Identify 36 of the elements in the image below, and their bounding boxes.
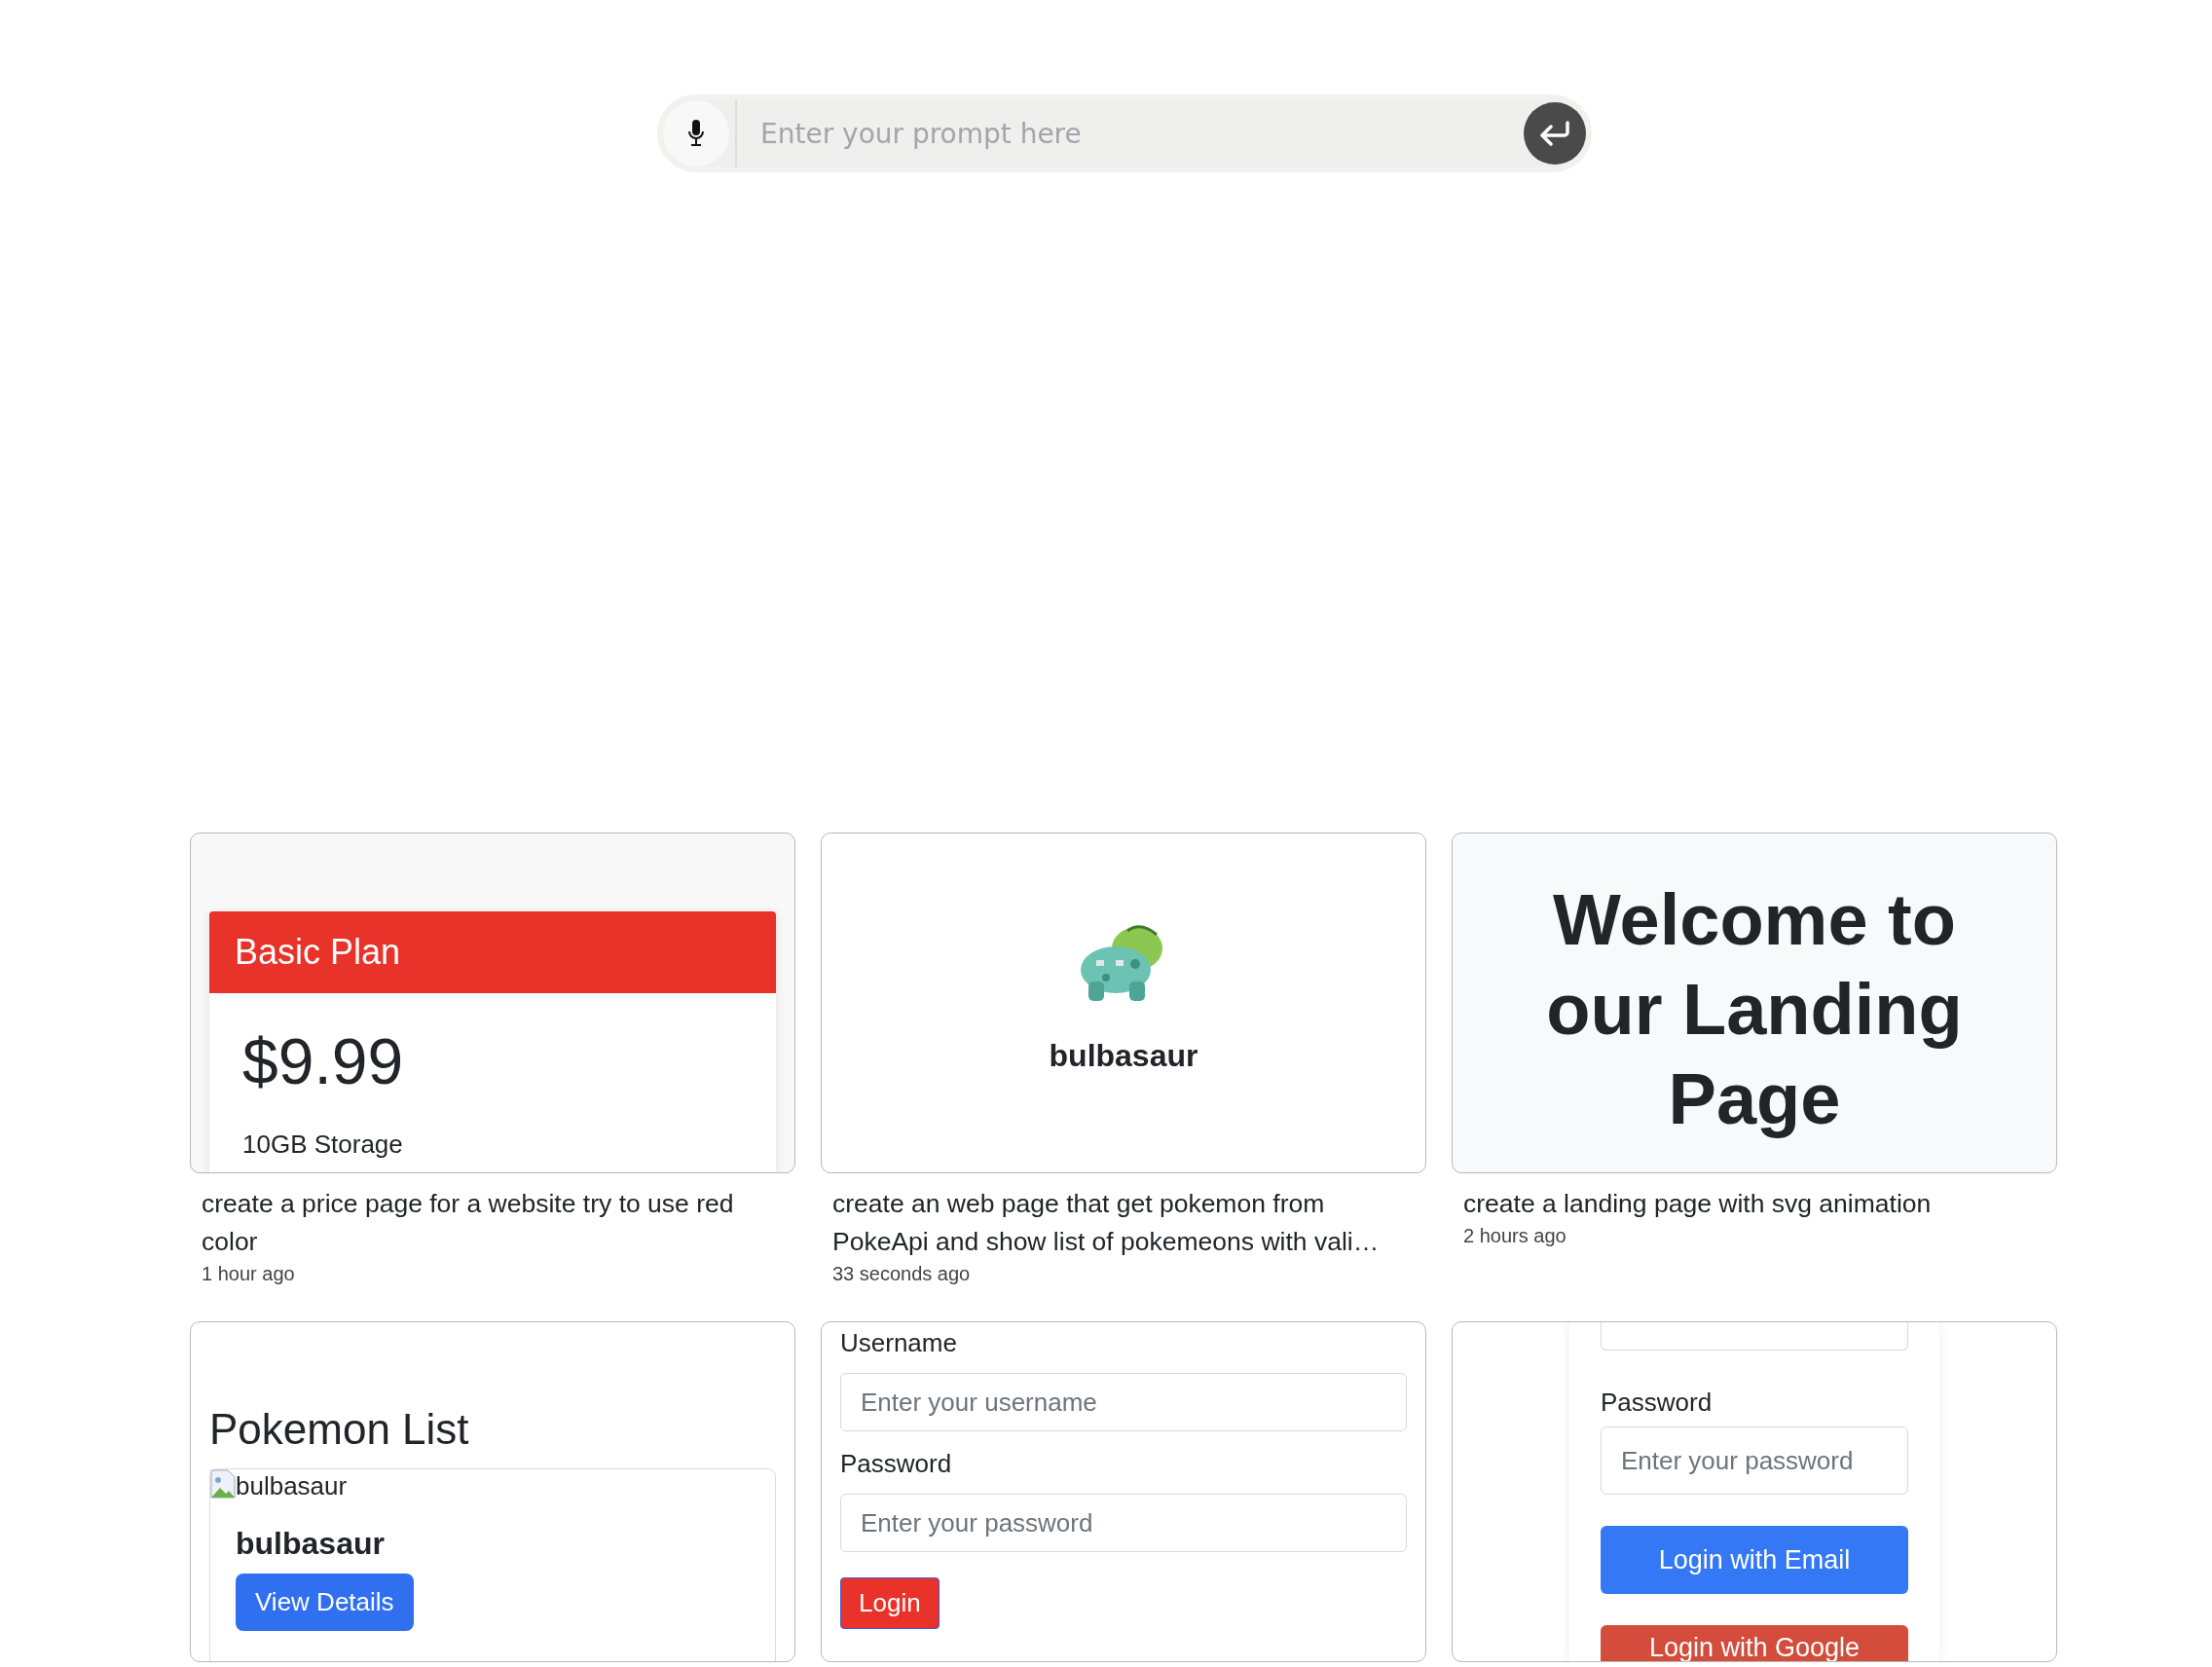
view-details-button[interactable]: View Details bbox=[236, 1574, 414, 1631]
prompt-text: create an web page that get pokemon from PokeApi and show list of pokemeons with vali… bbox=[832, 1188, 1381, 1258]
pokemon-name: bulbasaur bbox=[236, 1526, 386, 1562]
input-field[interactable] bbox=[1601, 1322, 1908, 1351]
field-label: Password bbox=[1601, 1387, 1714, 1419]
project-preview[interactable]: Password Enter your password Login with Email Login with Google bbox=[1452, 1321, 2057, 1662]
prompt-bar[interactable]: Enter your prompt here bbox=[657, 94, 1592, 172]
return-arrow-icon bbox=[1538, 121, 1571, 146]
microphone-icon bbox=[686, 119, 706, 148]
prompt-text: create a landing page with svg animation bbox=[1463, 1188, 1933, 1220]
login-button[interactable]: Login with Google bbox=[1601, 1625, 1908, 1661]
image-alt-text: bulbasaur bbox=[236, 1470, 348, 1502]
prompt-text: create a price page for a website try to use red color bbox=[202, 1188, 735, 1258]
field-label: Username bbox=[840, 1327, 958, 1359]
input-field[interactable]: Enter your username bbox=[840, 1373, 1407, 1431]
input-field[interactable]: Enter your password bbox=[840, 1494, 1407, 1552]
project-preview[interactable]: Username Enter your username Password Enter your password Login bbox=[821, 1321, 1426, 1662]
timestamp: 1 hour ago bbox=[202, 1263, 296, 1285]
microphone-button[interactable] bbox=[663, 100, 729, 167]
timestamp: 2 hours ago bbox=[1463, 1225, 1567, 1247]
field-label: Password bbox=[840, 1448, 953, 1480]
login-button[interactable]: Login with Email bbox=[1601, 1526, 1908, 1594]
list-title: Pokemon List bbox=[209, 1404, 470, 1455]
project-preview[interactable]: bulbasaur bbox=[821, 833, 1426, 1173]
input-field[interactable]: Enter your password bbox=[1601, 1426, 1908, 1495]
login-button[interactable]: Login bbox=[840, 1577, 940, 1629]
pokemon-name: bulbasaur bbox=[1049, 1038, 1198, 1074]
timestamp: 33 seconds ago bbox=[832, 1263, 972, 1285]
price: $9.99 bbox=[242, 1024, 405, 1099]
plan-name: Basic Plan bbox=[235, 932, 401, 973]
project-preview[interactable]: Pokemon List bulbasaur bulbasaur View Details bbox=[190, 1321, 795, 1662]
project-preview[interactable]: Welcome to our Landing Page bbox=[1452, 833, 2057, 1173]
submit-button[interactable] bbox=[1524, 102, 1586, 165]
broken-image-icon bbox=[210, 1469, 236, 1499]
feature-text: 10GB Storage bbox=[242, 1130, 404, 1160]
landing-heading: Welcome to our Landing Page bbox=[1545, 878, 1964, 1141]
